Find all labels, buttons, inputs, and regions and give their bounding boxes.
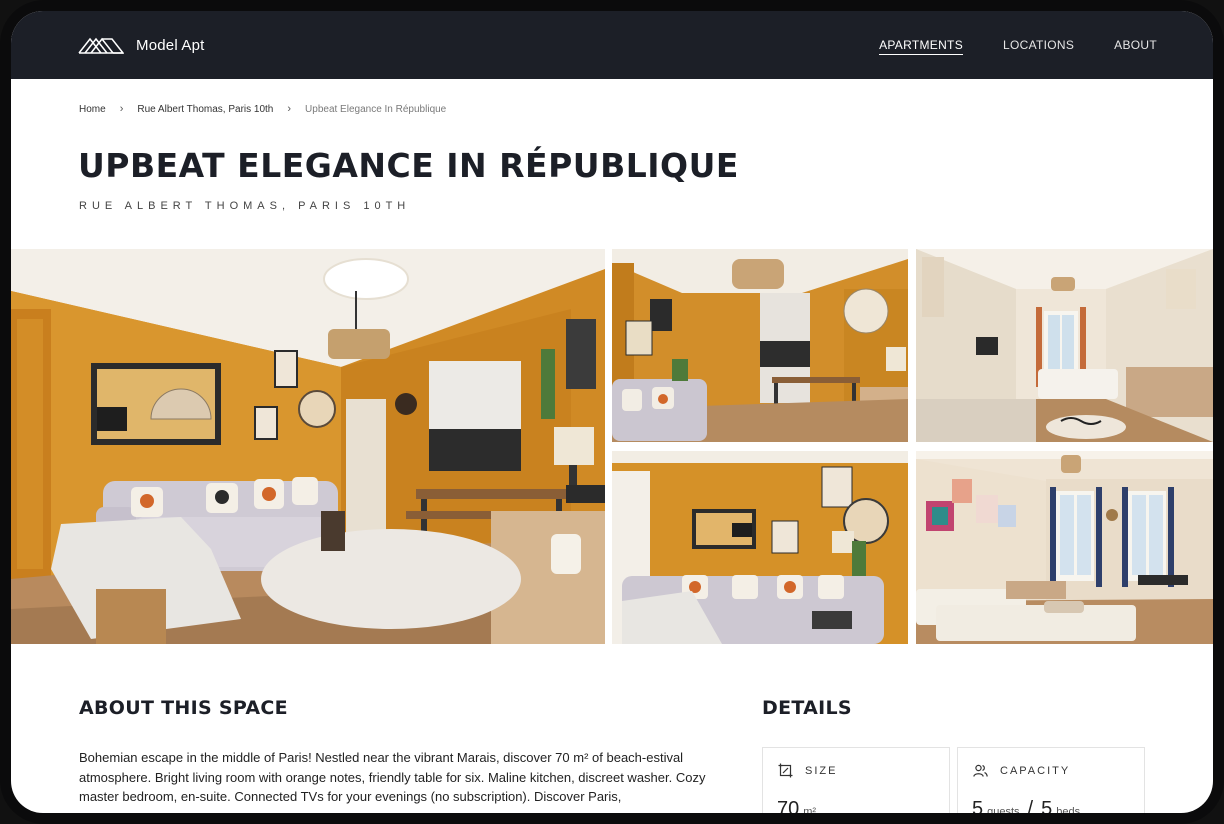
nav-apartments[interactable]: APARTMENTS — [879, 38, 963, 55]
size-value-row: 70 m² — [777, 798, 816, 813]
nav-locations[interactable]: LOCATIONS — [1003, 38, 1074, 55]
breadcrumb-separator: › — [287, 103, 292, 115]
brand-name: Model Apt — [136, 36, 205, 54]
gallery-photo-bedroom-windows[interactable] — [916, 451, 1213, 644]
size-unit: m² — [803, 806, 817, 813]
size-icon — [778, 763, 793, 778]
device-frame: Model Apt APARTMENTS LOCATIONS ABOUT Hom… — [0, 0, 1224, 824]
breadcrumb-current: Upbeat Elegance In République — [305, 103, 447, 115]
page-title: UPBEAT ELEGANCE IN RÉPUBLIQUE — [78, 146, 739, 185]
breadcrumb: Home › Rue Albert Thomas, Paris 10th › U… — [79, 103, 446, 115]
main-nav: APARTMENTS LOCATIONS ABOUT — [879, 38, 1157, 55]
breadcrumb-home[interactable]: Home — [79, 104, 106, 115]
detail-card-size: SIZE 70 m² — [762, 747, 950, 813]
guests-unit: guests — [987, 806, 1020, 813]
size-label: SIZE — [805, 764, 838, 777]
breadcrumb-separator: › — [119, 103, 124, 115]
photo-gallery — [11, 249, 1213, 644]
nav-about[interactable]: ABOUT — [1114, 38, 1157, 55]
capacity-label: CAPACITY — [1000, 764, 1071, 777]
page-subtitle: RUE ALBERT THOMAS, PARIS 10TH — [79, 200, 411, 212]
people-icon — [973, 763, 988, 778]
gallery-photo-main[interactable] — [11, 249, 605, 644]
beds-unit: beds — [1056, 806, 1081, 813]
breadcrumb-location[interactable]: Rue Albert Thomas, Paris 10th — [137, 104, 273, 115]
about-description: Bohemian escape in the middle of Paris! … — [79, 750, 706, 804]
detail-card-capacity: CAPACITY 5 guests/5 beds — [957, 747, 1145, 813]
capacity-value-row: 5 guests/5 beds — [972, 798, 1080, 813]
beds-value: 5 — [1041, 798, 1053, 813]
about-heading: ABOUT THIS SPACE — [79, 697, 288, 719]
browser-viewport: Model Apt APARTMENTS LOCATIONS ABOUT Hom… — [11, 11, 1213, 813]
gallery-photo-living-sofa[interactable] — [612, 451, 908, 644]
guests-value: 5 — [972, 798, 984, 813]
capacity-separator: / — [1027, 798, 1034, 813]
top-navbar: Model Apt APARTMENTS LOCATIONS ABOUT — [11, 11, 1213, 79]
brand-link[interactable]: Model Apt — [78, 35, 205, 55]
mountains-logo-icon — [78, 35, 124, 55]
gallery-photo-living-dining[interactable] — [612, 249, 908, 442]
gallery-photo-bedroom-long[interactable] — [916, 249, 1213, 442]
size-value: 70 — [777, 798, 800, 813]
details-heading: DETAILS — [762, 697, 852, 719]
